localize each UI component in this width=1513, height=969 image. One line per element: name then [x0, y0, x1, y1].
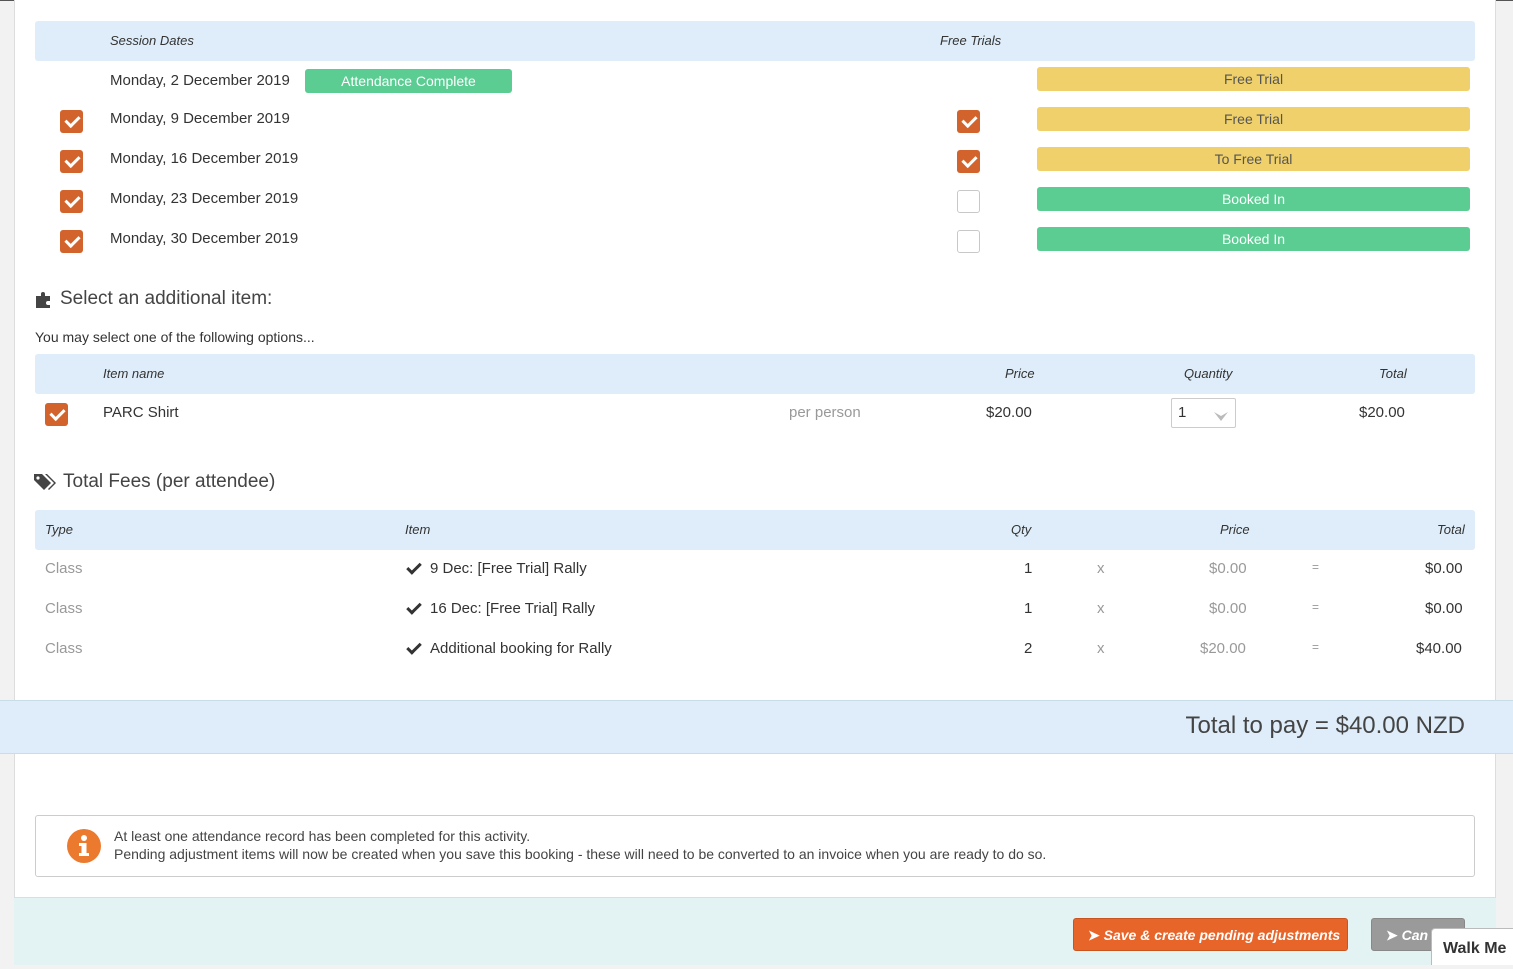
fee-total: $0.00 [1425, 600, 1463, 617]
header-price: Price [1005, 366, 1035, 381]
item-total: $20.00 [1359, 404, 1405, 421]
fee-type: Class [45, 600, 83, 617]
status-badge: Booked In [1037, 187, 1470, 211]
status-badge: Free Trial [1037, 67, 1470, 91]
save-button-label: Save & create pending adjustments [1103, 927, 1341, 943]
header-session-dates: Session Dates [110, 33, 194, 48]
additional-item-title: Select an additional item: [60, 288, 273, 309]
fee-price: $20.00 [1200, 640, 1246, 657]
chevron-right-icon: ➤ [1088, 927, 1100, 943]
equals-sign: = [1312, 640, 1320, 654]
fee-item: Additional booking for Rally [430, 640, 612, 657]
total-to-pay: Total to pay = $40.00 NZD [1185, 712, 1466, 739]
fee-item: 16 Dec: [Free Trial] Rally [430, 600, 596, 617]
fee-qty: 1 [1024, 600, 1033, 617]
session-checkbox[interactable] [60, 110, 83, 133]
tags-icon [34, 473, 58, 496]
free-trial-checkbox[interactable] [957, 110, 980, 133]
free-trial-checkbox[interactable] [957, 150, 980, 173]
session-date: Monday, 23 December 2019 [110, 190, 299, 207]
cancel-button-label: Can [1401, 927, 1429, 943]
session-date: Monday, 30 December 2019 [110, 230, 299, 247]
puzzle-icon [34, 290, 54, 313]
session-date: Monday, 9 December 2019 [110, 110, 290, 127]
free-trial-checkbox[interactable] [957, 230, 980, 253]
chevron-down-icon [1214, 409, 1228, 427]
item-price: $20.00 [986, 404, 1032, 421]
session-checkbox[interactable] [60, 230, 83, 253]
fee-total: $0.00 [1425, 560, 1463, 577]
item-unit: per person [789, 404, 861, 421]
save-create-pending-adjustments-button[interactable]: ➤ Save & create pending adjustments [1073, 918, 1348, 951]
chevron-right-icon: ➤ [1386, 927, 1398, 943]
header-free-trials: Free Trials [940, 33, 1002, 48]
fee-total: $40.00 [1416, 640, 1462, 657]
fee-type: Class [45, 560, 83, 577]
info-icon [66, 828, 102, 869]
status-badge: Free Trial [1037, 107, 1470, 131]
fee-item: 9 Dec: [Free Trial] Rally [430, 560, 587, 577]
additional-item-checkbox[interactable] [45, 403, 68, 426]
header-quantity: Quantity [1184, 366, 1233, 381]
quantity-select[interactable]: 1 [1171, 398, 1236, 428]
additional-item-subtitle: You may select one of the following opti… [35, 329, 315, 345]
header-item: Item [405, 522, 431, 537]
additional-table-header: Item name Price Quantity Total [35, 354, 1475, 394]
header-total: Total [1379, 366, 1407, 381]
header-price: Price [1220, 522, 1250, 537]
session-checkbox[interactable] [60, 150, 83, 173]
total-to-pay-bar: Total to pay = $40.00 NZD [0, 700, 1513, 754]
session-date: Monday, 16 December 2019 [110, 150, 299, 167]
walk-me-button[interactable]: Walk Me [1431, 928, 1513, 965]
item-name: PARC Shirt [103, 404, 179, 421]
quantity-value: 1 [1178, 404, 1187, 421]
notice-line-2: Pending adjustment items will now be cre… [114, 846, 1047, 862]
fee-type: Class [45, 640, 83, 657]
notice-line-1: At least one attendance record has been … [114, 828, 531, 844]
fee-price: $0.00 [1209, 560, 1247, 577]
session-table-header: Session Dates Free Trials [35, 21, 1475, 61]
session-checkbox[interactable] [60, 190, 83, 213]
status-badge: To Free Trial [1037, 147, 1470, 171]
fees-table-header: Type Item Qty Price Total [35, 510, 1475, 550]
fee-price: $0.00 [1209, 600, 1247, 617]
total-fees-title: Total Fees (per attendee) [63, 471, 276, 492]
multiply-sign: x [1097, 560, 1105, 577]
status-badge: Booked In [1037, 227, 1470, 251]
attendance-complete-badge: Attendance Complete [305, 69, 512, 93]
fee-qty: 2 [1024, 640, 1033, 657]
header-total: Total [1437, 522, 1465, 537]
header-qty: Qty [1011, 522, 1032, 537]
attendance-notice: At least one attendance record has been … [35, 815, 1475, 877]
multiply-sign: x [1097, 640, 1105, 657]
equals-sign: = [1312, 600, 1320, 614]
equals-sign: = [1312, 560, 1320, 574]
session-date: Monday, 2 December 2019 [110, 72, 290, 89]
multiply-sign: x [1097, 600, 1105, 617]
header-item-name: Item name [103, 366, 165, 381]
fee-qty: 1 [1024, 560, 1033, 577]
header-type: Type [45, 522, 73, 537]
free-trial-checkbox[interactable] [957, 190, 980, 213]
